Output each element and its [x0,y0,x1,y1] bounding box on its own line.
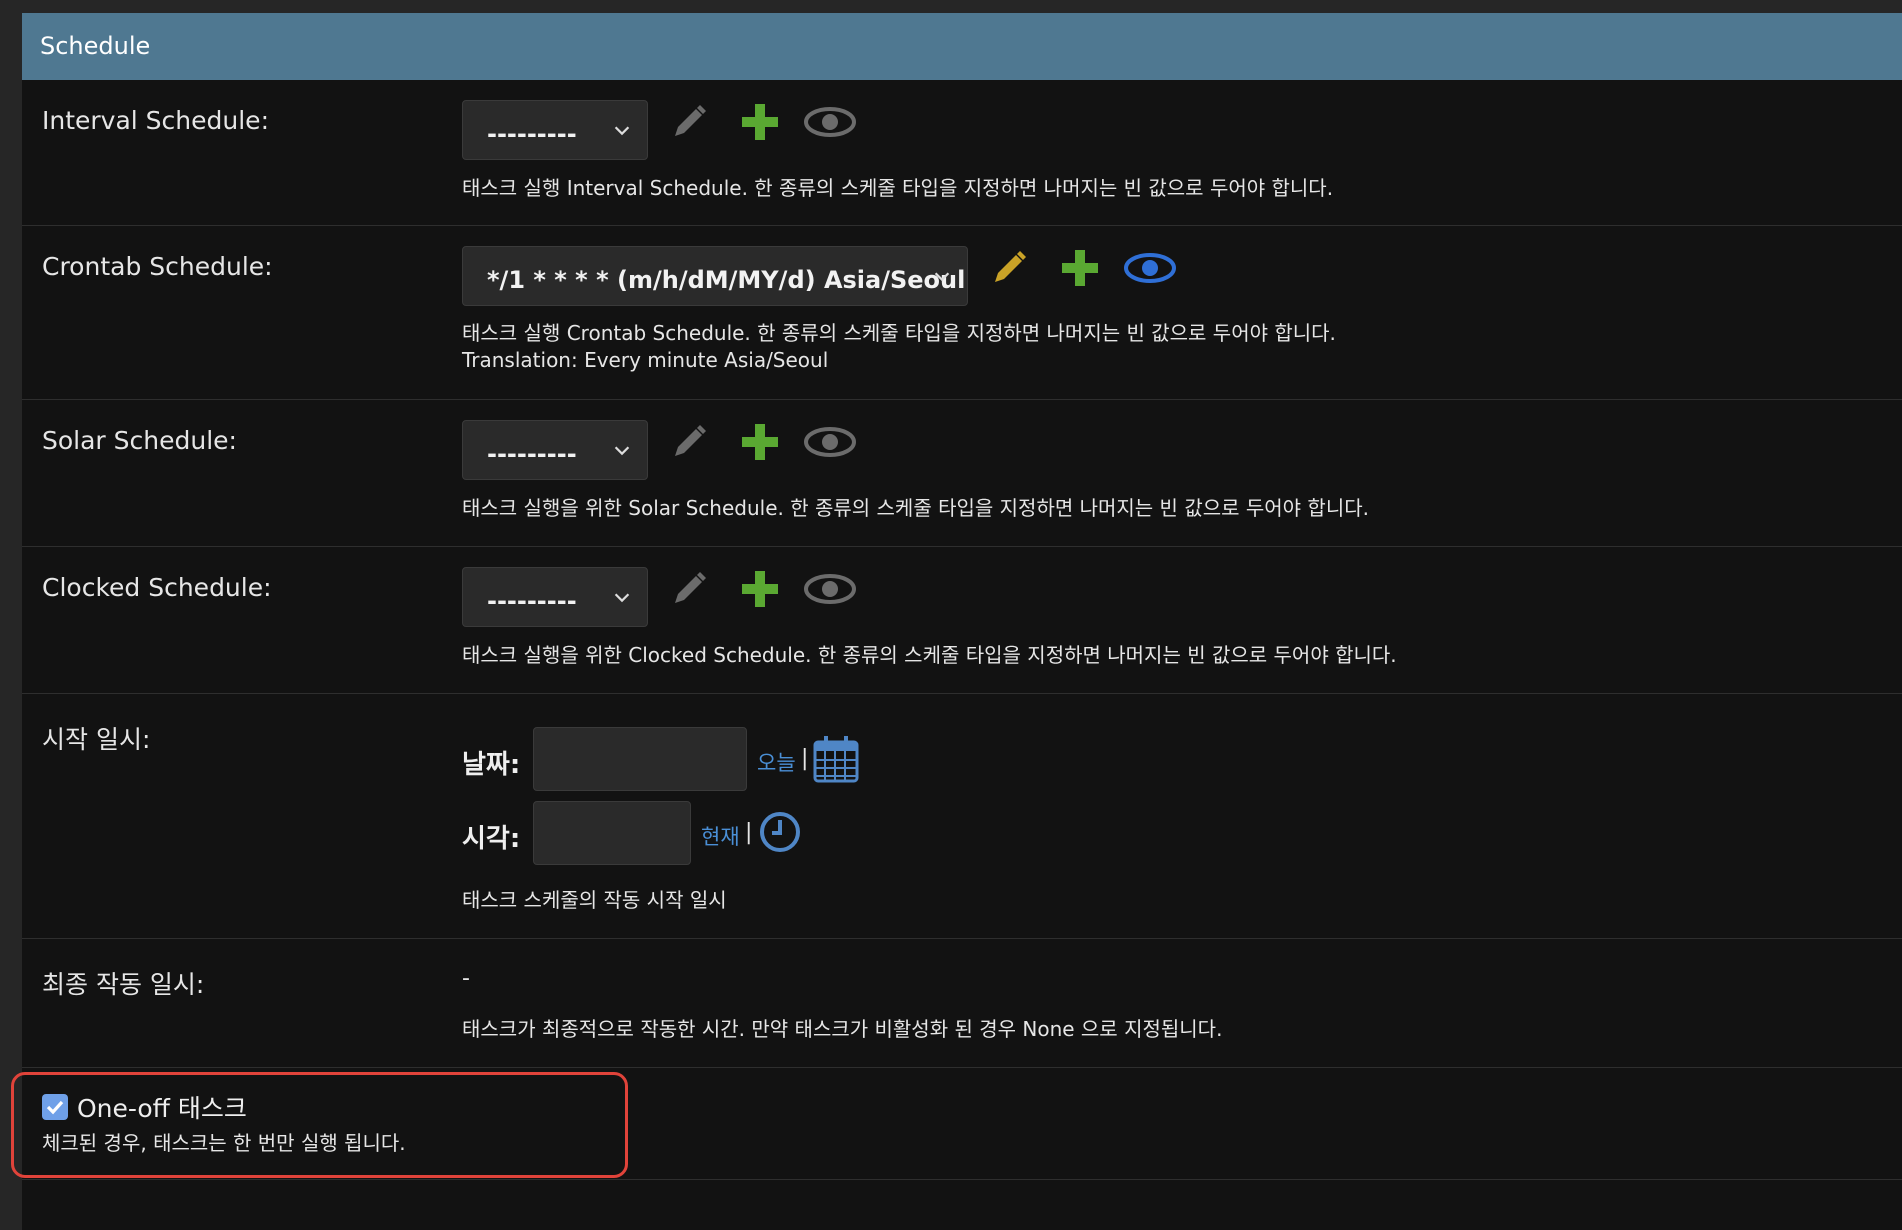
interval-schedule-label: Interval Schedule: [42,106,269,135]
clock-icon[interactable] [758,810,802,854]
checkmark-icon [46,1100,64,1115]
view-eye-icon[interactable] [802,100,858,144]
solar-schedule-label: Solar Schedule: [42,426,237,455]
solar-schedule-row: Solar Schedule: --------- 태스크 실행을 위한 Sol… [22,400,1902,547]
interval-schedule-row: Interval Schedule: --------- 태스크 실행 Inte… [22,80,1902,226]
last-run-label: 최종 작동 일시: [42,970,205,999]
crontab-schedule-label: Crontab Schedule: [42,252,273,281]
clocked-schedule-help: 태스크 실행을 위한 Clocked Schedule. 한 종류의 스케줄 타… [462,643,1397,667]
section-header: Schedule [22,13,1902,80]
highlight-annotation [11,1072,628,1178]
interval-schedule-help: 태스크 실행 Interval Schedule. 한 종류의 스케줄 타입을 … [462,176,1334,200]
last-run-row: 최종 작동 일시: - 태스크가 최종적으로 작동한 시간. 만약 태스크가 비… [22,939,1902,1068]
chevron-down-icon [614,446,630,456]
last-run-value: - [462,966,470,991]
clocked-schedule-select[interactable]: --------- [462,567,648,627]
chevron-down-icon [614,126,630,136]
time-label: 시각: [462,824,521,854]
view-eye-icon[interactable] [802,567,858,611]
chevron-down-icon [614,593,630,603]
start-time-label: 시작 일시: [42,725,151,754]
date-label: 날짜: [462,750,521,780]
view-eye-icon[interactable] [1122,246,1178,290]
solar-schedule-help: 태스크 실행을 위한 Solar Schedule. 한 종류의 스케줄 타입을… [462,496,1369,520]
one-off-label[interactable]: One-off 태스크 [77,1089,247,1125]
interval-schedule-value: --------- [487,120,577,148]
now-link[interactable]: 현재 [701,821,740,851]
edit-pencil-icon[interactable] [667,567,711,611]
add-plus-icon[interactable] [1058,246,1102,290]
crontab-schedule-value: */1 * * * * (m/h/dM/MY/d) Asia/Seoul [487,266,966,294]
date-link-separator: | [801,746,809,771]
one-off-checkbox[interactable] [42,1094,68,1120]
section-title: Schedule [40,32,151,60]
today-link[interactable]: 오늘 [757,747,796,777]
crontab-schedule-row: Crontab Schedule: */1 * * * * (m/h/dM/MY… [22,226,1902,400]
crontab-translation: Translation: Every minute Asia/Seoul [462,348,829,372]
clocked-schedule-label: Clocked Schedule: [42,573,272,602]
view-eye-icon[interactable] [802,420,858,464]
clocked-schedule-value: --------- [487,587,577,615]
add-plus-icon[interactable] [738,100,782,144]
time-link-separator: | [745,820,753,845]
start-time-help: 태스크 스케줄의 작동 시작 일시 [462,888,727,912]
one-off-help: 체크된 경우, 태스크는 한 번만 실행 됩니다. [42,1131,406,1155]
clocked-schedule-row: Clocked Schedule: --------- 태스크 실행을 위한 C… [22,547,1902,694]
solar-schedule-value: --------- [487,440,577,468]
crontab-schedule-help: 태스크 실행 Crontab Schedule. 한 종류의 스케줄 타입을 지… [462,321,1336,345]
chevron-down-icon [934,272,950,282]
add-plus-icon[interactable] [738,567,782,611]
start-time-row: 시작 일시: 날짜: 오늘 | 시각: 현재 | 태스크 스케줄의 작동 시작 … [22,694,1902,939]
time-input[interactable] [533,801,691,865]
interval-schedule-select[interactable]: --------- [462,100,648,160]
solar-schedule-select[interactable]: --------- [462,420,648,480]
date-input[interactable] [533,727,747,791]
last-run-help: 태스크가 최종적으로 작동한 시간. 만약 태스크가 비활성화 된 경우 Non… [462,1017,1223,1041]
edit-pencil-icon[interactable] [987,246,1031,290]
crontab-schedule-select[interactable]: */1 * * * * (m/h/dM/MY/d) Asia/Seoul [462,246,968,306]
edit-pencil-icon[interactable] [667,100,711,144]
calendar-icon[interactable] [812,734,860,784]
edit-pencil-icon[interactable] [667,420,711,464]
add-plus-icon[interactable] [738,420,782,464]
